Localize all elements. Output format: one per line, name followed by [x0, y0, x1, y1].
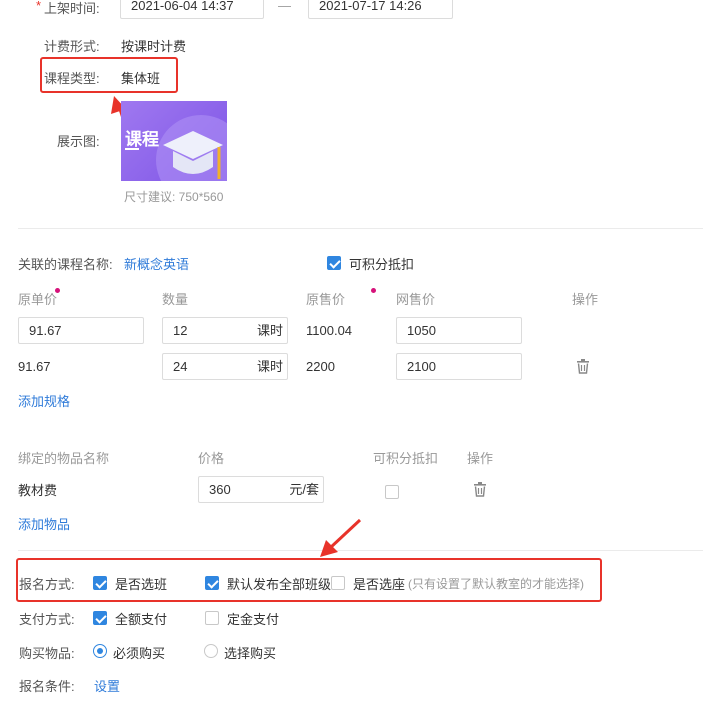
net-price-input[interactable]: 1050	[396, 317, 522, 344]
course-type-highlight-box	[40, 57, 178, 93]
col-header-orig-total: 原售价	[306, 292, 346, 307]
must-buy-label: 必须购买	[113, 646, 166, 661]
image-size-hint: 尺寸建议: 750*560	[124, 190, 224, 204]
display-image-label: 展示图:	[57, 134, 100, 149]
qty-value: 24	[173, 359, 188, 374]
add-spec-link[interactable]: 添加规格	[18, 391, 70, 410]
trash-icon[interactable]	[473, 482, 487, 497]
add-goods-link[interactable]: 添加物品	[18, 514, 70, 533]
net-price-input[interactable]: 2100	[396, 353, 522, 380]
full-payment-label: 全额支付	[115, 612, 168, 627]
listing-end-input[interactable]: 2021-07-17 14:26	[308, 0, 453, 19]
col-header-goods-name: 绑定的物品名称	[18, 451, 110, 466]
points-deduct-label: 可积分抵扣	[349, 257, 415, 272]
select-seat-checkbox[interactable]	[331, 576, 345, 590]
required-dot	[371, 288, 376, 293]
billing-value: 按课时计费	[121, 39, 187, 54]
publish-all-classes-label: 默认发布全部班级	[227, 577, 332, 592]
col-header-goods-points: 可积分抵扣	[373, 451, 439, 466]
payment-method-label: 支付方式:	[19, 612, 75, 627]
col-header-unit-price: 原单价	[18, 292, 58, 307]
orig-total-value: 2200	[306, 359, 335, 374]
thumb-text: 课程	[125, 130, 159, 149]
select-seat-note: (只有设置了默认教室的才能选择)	[408, 577, 584, 591]
must-buy-radio[interactable]	[93, 644, 107, 658]
arrow-down-annotation-icon	[320, 518, 362, 557]
deposit-payment-checkbox[interactable]	[205, 611, 219, 625]
orig-total-value: 1100.04	[306, 323, 353, 338]
optional-buy-label: 选择购买	[224, 646, 277, 661]
required-star: *	[36, 0, 42, 13]
select-class-checkbox[interactable]	[93, 576, 107, 590]
col-header-goods-action: 操作	[467, 451, 494, 466]
select-seat-label: 是否选座	[353, 577, 406, 592]
qty-input[interactable]: 12 课时	[162, 317, 288, 344]
date-range-separator: —	[278, 0, 291, 13]
section-divider-1	[18, 228, 703, 229]
required-dot	[55, 288, 60, 293]
qty-unit: 课时	[256, 359, 283, 374]
listing-start-input[interactable]: 2021-06-04 14:37	[120, 0, 264, 19]
goods-points-checkbox[interactable]	[385, 485, 399, 499]
col-header-goods-price: 价格	[198, 451, 225, 466]
qty-value: 12	[173, 323, 188, 338]
col-header-qty: 数量	[162, 292, 189, 307]
signup-method-label: 报名方式:	[19, 577, 75, 592]
trash-icon[interactable]	[576, 359, 590, 374]
goods-price-value: 360	[209, 482, 231, 497]
goods-name-value: 教材费	[18, 483, 58, 498]
qty-unit: 课时	[256, 323, 283, 338]
goods-price-unit: 元/套	[289, 482, 319, 497]
full-payment-checkbox[interactable]	[93, 611, 107, 625]
listing-time-label: 上架时间:	[44, 1, 100, 16]
signup-condition-settings-link[interactable]: 设置	[94, 676, 120, 695]
purchase-goods-label: 购买物品:	[19, 646, 75, 661]
signup-condition-label: 报名条件:	[19, 679, 75, 694]
optional-buy-radio[interactable]	[204, 644, 218, 658]
display-image-thumbnail[interactable]: 课程	[121, 101, 227, 181]
col-header-net-price: 网售价	[396, 292, 436, 307]
deposit-payment-label: 定金支付	[227, 612, 280, 627]
unit-price-value: 91.67	[18, 359, 51, 374]
linked-course-link[interactable]: 新概念英语	[124, 254, 189, 273]
points-deduct-checkbox[interactable]	[327, 256, 341, 270]
graduation-cap-icon	[163, 131, 223, 179]
col-header-action: 操作	[572, 292, 599, 307]
thumb-underline	[125, 148, 139, 150]
qty-input[interactable]: 24 课时	[162, 353, 288, 380]
goods-price-input[interactable]: 360 元/套	[198, 476, 324, 503]
linked-course-label: 关联的课程名称:	[18, 257, 113, 272]
unit-price-input[interactable]: 91.67	[18, 317, 144, 344]
billing-label: 计费形式:	[44, 39, 100, 54]
publish-all-classes-checkbox[interactable]	[205, 576, 219, 590]
select-class-label: 是否选班	[115, 577, 168, 592]
